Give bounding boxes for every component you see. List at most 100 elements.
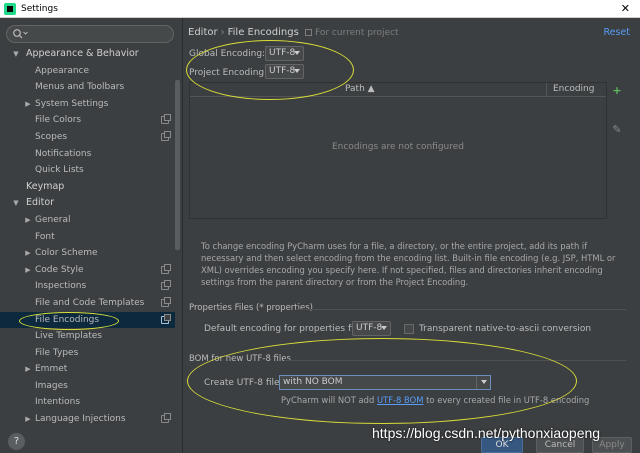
- sidebar-item-quick-lists[interactable]: Quick Lists: [0, 162, 175, 179]
- settings-search-input[interactable]: [31, 27, 169, 41]
- scope-note-text: For current project: [315, 28, 399, 38]
- sidebar-item-menus-and-toolbars[interactable]: Menus and Toolbars: [0, 79, 175, 96]
- project-scope-icon: [161, 296, 171, 307]
- add-path-icon[interactable]: +: [612, 85, 622, 96]
- bom-select[interactable]: with NO BOM: [279, 375, 491, 390]
- sidebar-item-label: System Settings: [35, 98, 109, 109]
- sidebar-item-label: General: [35, 214, 71, 225]
- window-close-icon[interactable]: ✕: [621, 2, 630, 15]
- sidebar-scrollbar[interactable]: [175, 80, 180, 250]
- sidebar-item-editor[interactable]: ▼ Editor: [0, 195, 175, 212]
- sidebar-item-label: Appearance & Behavior: [26, 48, 139, 59]
- chevron-down-icon: [381, 326, 387, 330]
- project-scope-icon: [161, 313, 171, 324]
- sidebar-item-language-injections[interactable]: ▶ Language Injections: [0, 411, 175, 428]
- sidebar-item-label: Notifications: [35, 148, 92, 159]
- collapse-arrow-icon[interactable]: ▶: [23, 361, 33, 378]
- section-divider: [296, 309, 626, 310]
- global-encoding-value: UTF-8: [269, 48, 296, 58]
- expand-arrow-icon[interactable]: ▼: [11, 195, 21, 212]
- collapse-arrow-icon[interactable]: ▶: [23, 212, 33, 229]
- sidebar-item-label: Font: [35, 231, 55, 242]
- sidebar-item-label: File and Code Templates: [35, 297, 145, 308]
- sidebar-item-label: Menus and Toolbars: [35, 82, 125, 93]
- column-divider: [546, 83, 547, 97]
- sidebar-item-label: Images: [35, 380, 68, 391]
- reset-link[interactable]: Reset: [603, 27, 630, 38]
- project-encoding-combo[interactable]: UTF-8: [265, 64, 304, 79]
- properties-encoding-value: UTF-8: [356, 323, 383, 333]
- sidebar-item-color-scheme[interactable]: ▶ Color Scheme: [0, 245, 175, 262]
- sidebar-item-keymap[interactable]: Keymap: [0, 179, 175, 196]
- help-button[interactable]: ?: [8, 433, 25, 450]
- sidebar-item-label: Language Injections: [35, 414, 126, 425]
- properties-encoding-combo[interactable]: UTF-8: [352, 321, 391, 336]
- search-icon[interactable]: [12, 28, 28, 40]
- sidebar-item-appearance[interactable]: Appearance: [0, 63, 175, 80]
- sidebar-item-label: Scopes: [35, 131, 68, 142]
- utf8-bom-link[interactable]: UTF-8 BOM: [377, 395, 424, 405]
- sidebar-item-file-encodings[interactable]: File Encodings: [0, 311, 175, 329]
- sidebar-item-intentions[interactable]: Intentions: [0, 394, 175, 411]
- sidebar-item-file-colors[interactable]: File Colors: [0, 112, 175, 129]
- sidebar-item-live-templates[interactable]: Live Templates: [0, 328, 175, 345]
- project-scope-icon: [305, 29, 312, 36]
- sidebar-item-label: Editor: [26, 197, 55, 209]
- collapse-arrow-icon[interactable]: ▶: [23, 245, 33, 262]
- path-encodings-table[interactable]: Path ▲ Encoding Encodings are not config…: [189, 82, 607, 219]
- column-header-encoding[interactable]: Encoding: [553, 84, 594, 94]
- project-scope-icon: [161, 413, 171, 424]
- bom-section-title: BOM for new UTF-8 files: [189, 354, 291, 364]
- collapse-arrow-icon[interactable]: ▶: [23, 96, 33, 113]
- project-scope-icon: [161, 263, 171, 274]
- sidebar-item-images[interactable]: Images: [0, 378, 175, 395]
- sidebar-item-code-style[interactable]: ▶ Code Style: [0, 262, 175, 279]
- sidebar-item-notifications[interactable]: Notifications: [0, 146, 175, 163]
- project-scope-icon: [161, 130, 171, 141]
- sidebar-item-font[interactable]: Font: [0, 229, 175, 246]
- sidebar-item-label: Code Style: [35, 264, 84, 275]
- properties-section-title: Properties Files (* properties): [189, 303, 313, 313]
- chevron-down-icon[interactable]: [476, 376, 490, 389]
- breadcrumb-parent: Editor: [188, 27, 218, 38]
- sidebar-item-label: Quick Lists: [35, 165, 84, 176]
- sidebar-item-scopes[interactable]: Scopes: [0, 129, 175, 146]
- breadcrumb: Editor › File Encodings: [188, 27, 299, 38]
- bom-note-prefix: PyCharm will NOT add: [281, 395, 377, 405]
- scope-note: For current project: [305, 28, 399, 38]
- bom-select-value: with NO BOM: [283, 377, 343, 387]
- sidebar-item-file-types[interactable]: File Types: [0, 345, 175, 362]
- sidebar-item-label: Keymap: [26, 180, 65, 192]
- transparent-conversion-label: Transparent native-to-ascii conversion: [419, 324, 592, 334]
- sidebar-item-emmet[interactable]: ▶ Emmet: [0, 361, 175, 378]
- sidebar-item-system-settings[interactable]: ▶ System Settings: [0, 96, 175, 113]
- sidebar-item-label: Emmet: [35, 364, 68, 375]
- window-title: Settings: [21, 3, 58, 14]
- bom-note: PyCharm will NOT add UTF-8 BOM to every …: [281, 395, 589, 405]
- sidebar-item-file-and-code-templates[interactable]: File and Code Templates: [0, 295, 175, 312]
- create-utf8-label: Create UTF-8 files:: [204, 378, 288, 388]
- collapse-arrow-icon[interactable]: ▶: [23, 411, 33, 428]
- project-encoding-value: UTF-8: [269, 66, 296, 76]
- global-encoding-combo[interactable]: UTF-8: [265, 46, 304, 61]
- edit-path-icon[interactable]: ✎: [612, 124, 622, 135]
- sidebar-item-inspections[interactable]: Inspections: [0, 278, 175, 295]
- settings-search-box[interactable]: [6, 25, 174, 43]
- sidebar-item-general[interactable]: ▶ General: [0, 212, 175, 229]
- expand-arrow-icon[interactable]: ▼: [11, 46, 21, 63]
- transparent-conversion-checkbox[interactable]: [404, 324, 414, 334]
- sidebar-item-label: File Colors: [35, 115, 82, 126]
- sidebar-item-appearance-behavior[interactable]: ▼ Appearance & Behavior: [0, 46, 175, 63]
- sidebar-item-label: Inspections: [35, 281, 87, 292]
- sidebar-item-label: Color Scheme: [35, 248, 98, 259]
- column-header-path[interactable]: Path ▲: [345, 84, 375, 94]
- encoding-description: To change encoding PyCharm uses for a fi…: [201, 241, 616, 287]
- collapse-arrow-icon[interactable]: ▶: [23, 262, 33, 279]
- properties-default-label: Default encoding for properties files:: [204, 324, 370, 334]
- page-title: File Encodings: [227, 27, 299, 38]
- pycharm-app-icon: [4, 2, 16, 15]
- breadcrumb-separator: ›: [220, 27, 225, 38]
- window-title-bar: Settings ✕: [0, 0, 640, 18]
- global-encoding-label: Global Encoding:: [189, 49, 266, 59]
- file-encodings-panel: Editor › File Encodings For current projec…: [184, 18, 640, 453]
